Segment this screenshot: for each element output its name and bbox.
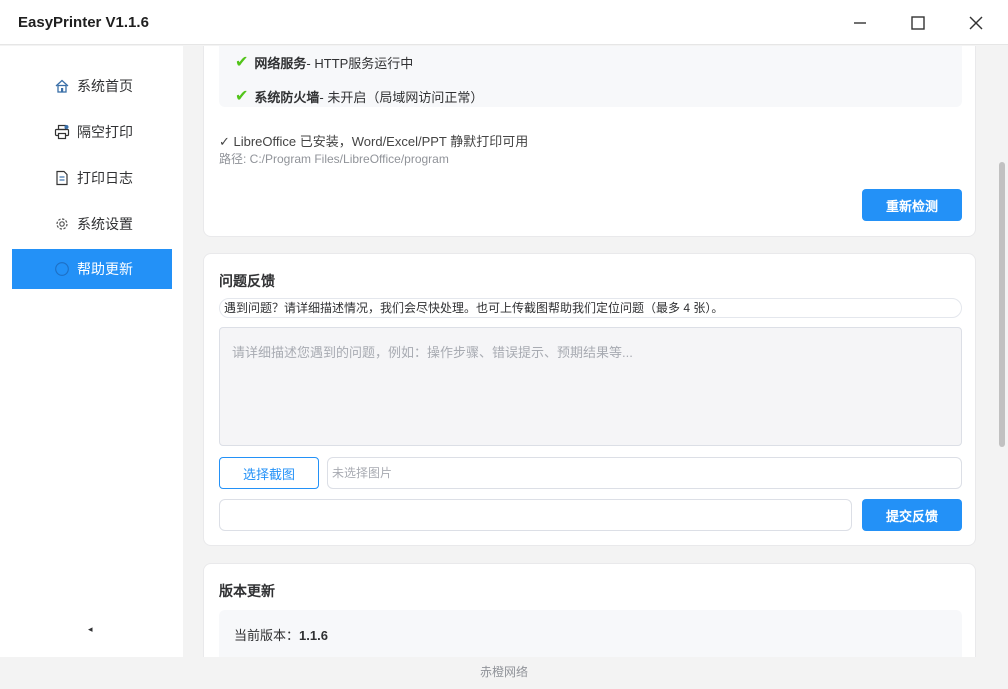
sidebar-item-home[interactable]: 系统首页 <box>12 66 172 106</box>
sidebar-item-airprint[interactable]: 隔空打印 <box>12 112 172 152</box>
status-card: ✔ 网络服务 - HTTP服务运行中 ✔ 系统防火墙 - 未开启（局域网访问正常… <box>203 46 976 237</box>
close-icon <box>969 16 983 30</box>
selected-images-field: 未选择图片 <box>327 457 962 489</box>
collapse-sidebar-button[interactable]: ◂ <box>88 624 93 635</box>
maximize-button[interactable] <box>901 8 935 38</box>
status-row-firewall: ✔ 系统防火墙 - 未开启（局域网访问正常） <box>235 86 483 106</box>
gear-icon <box>56 218 68 230</box>
check-icon: ✔ <box>235 54 249 71</box>
current-version-label: 当前版本： <box>234 628 300 643</box>
sidebar-item-settings[interactable]: 系统设置 <box>12 204 172 244</box>
libreoffice-status: ✓ LibreOffice 已安装，Word/Excel/PPT 静默打印可用 <box>219 134 529 149</box>
status-detail: - 未开启（局域网访问正常） <box>319 89 484 105</box>
contact-input[interactable] <box>219 499 852 531</box>
version-box: 当前版本：1.1.6 <box>219 610 962 657</box>
printer-icon <box>54 124 70 140</box>
choose-screenshot-button[interactable]: 选择截图 <box>219 457 319 489</box>
title-bar: EasyPrinter V1.1.6 <box>0 0 1008 45</box>
status-name: 系统防火墙 <box>254 89 320 105</box>
sidebar-item-label: 隔空打印 <box>77 124 133 140</box>
document-icon <box>56 170 68 186</box>
feedback-hint: 遇到问题？请详细描述情况，我们会尽快处理。也可上传截图帮助我们定位问题（最多 4… <box>219 298 962 318</box>
sidebar-item-label: 系统设置 <box>77 216 133 232</box>
footer: 赤橙网络 <box>0 657 1008 689</box>
feedback-textarea[interactable]: 请详细描述您遇到的问题，例如：操作步骤、错误提示、预期结果等... <box>219 327 962 446</box>
sidebar-item-label: 系统首页 <box>77 78 133 94</box>
sidebar-item-help-update[interactable]: 帮助更新 <box>12 249 172 289</box>
service-status-box: ✔ 网络服务 - HTTP服务运行中 ✔ 系统防火墙 - 未开启（局域网访问正常… <box>219 46 962 107</box>
maximize-icon <box>911 16 925 30</box>
update-title: 版本更新 <box>219 583 275 599</box>
home-icon <box>55 79 69 93</box>
submit-feedback-button[interactable]: 提交反馈 <box>862 499 962 531</box>
sidebar-item-label: 打印日志 <box>77 170 133 186</box>
status-detail: - HTTP服务运行中 <box>306 55 414 71</box>
scrollbar-thumb[interactable] <box>999 162 1005 447</box>
sidebar: 系统首页 隔空打印 打印日志 系统设置 帮助更新 ◂ <box>0 46 183 657</box>
sidebar-item-label: 帮助更新 <box>77 261 133 277</box>
circle-icon <box>55 262 69 276</box>
feedback-card: 问题反馈 遇到问题？请详细描述情况，我们会尽快处理。也可上传截图帮助我们定位问题… <box>203 253 976 546</box>
status-row-network: ✔ 网络服务 - HTTP服务运行中 <box>235 52 413 72</box>
current-version-line: 当前版本：1.1.6 <box>234 625 328 644</box>
check-icon: ✔ <box>235 88 249 105</box>
status-name: 网络服务 <box>254 55 307 71</box>
feedback-title: 问题反馈 <box>219 273 275 289</box>
close-button[interactable] <box>959 8 993 38</box>
minimize-button[interactable] <box>843 8 877 38</box>
libreoffice-path: 路径: C:/Program Files/LibreOffice/program <box>219 152 449 166</box>
sidebar-item-print-log[interactable]: 打印日志 <box>12 158 172 198</box>
recheck-button[interactable]: 重新检测 <box>862 189 962 221</box>
main-content: ✔ 网络服务 - HTTP服务运行中 ✔ 系统防火墙 - 未开启（局域网访问正常… <box>183 46 996 657</box>
app-title: EasyPrinter V1.1.6 <box>18 14 149 31</box>
minimize-icon <box>854 22 866 24</box>
current-version-value: 1.1.6 <box>299 628 328 643</box>
update-card: 版本更新 当前版本：1.1.6 <box>203 563 976 657</box>
scrollbar[interactable] <box>997 46 1008 657</box>
